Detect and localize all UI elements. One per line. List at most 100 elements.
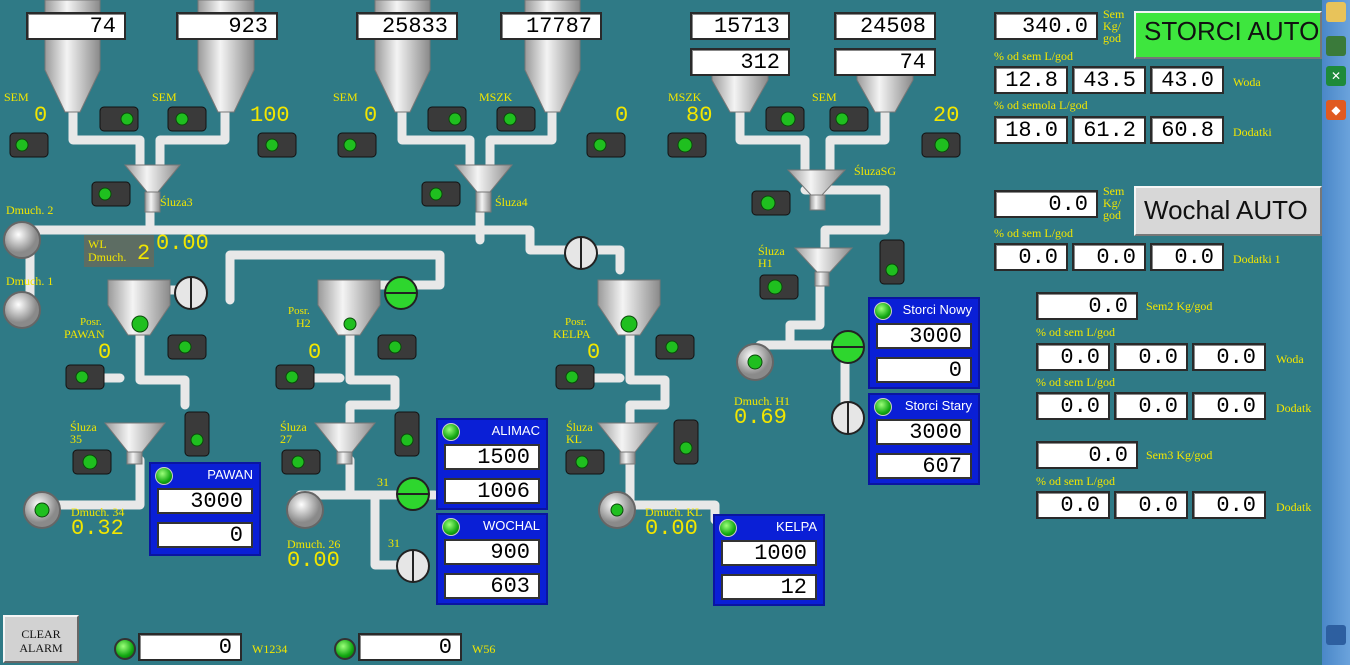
storci-nowy-actual: 0 [876,357,972,383]
storci-additives-lh: 61.2 [1072,116,1146,144]
clear-alarm-label: CLEAR [21,627,61,641]
app-icon[interactable]: ◆ [1326,100,1346,120]
pawan-actual: 0 [157,522,253,548]
panel-title: WOCHAL [482,518,540,533]
window-icon[interactable] [1326,36,1346,56]
storci-sem-value[interactable]: 340.0 [994,12,1098,40]
sem2-label: Sem2 Kg/god [1146,299,1213,313]
wochal-auto-button[interactable]: Wochal AUTO [1134,186,1322,236]
wochal-sem-value[interactable]: 0.0 [994,190,1098,218]
panel-kelpa[interactable]: KELPA 1000 12 [713,514,825,606]
folder-icon[interactable] [1326,2,1346,22]
storci-water-actual: 43.0 [1150,66,1224,94]
storci-additives-actual: 60.8 [1150,116,1224,144]
status-light-icon [874,398,892,416]
taskbar: ✕ ◆ [1322,0,1350,665]
hopper-3-value: 25833 [356,12,458,40]
blower-34-value: 0.32 [71,516,124,541]
blower-26-value: 0.00 [287,548,340,573]
sem2-additives-pct[interactable]: 0.0 [1036,392,1110,420]
storci-water-pct[interactable]: 12.8 [994,66,1068,94]
motor-1-value: 0 [34,103,48,128]
hopper-6-value: 24508 [834,12,936,40]
sluice-4-label: Śluza4 [495,195,528,209]
wl-label: WL [88,237,107,251]
wochal-additives-header: % od sem L/god [994,226,1073,240]
pawan-setpoint[interactable]: 3000 [157,488,253,514]
sem2-value[interactable]: 0.0 [1036,292,1138,320]
posr-h2-name: H2 [296,316,311,330]
kelpa-setpoint[interactable]: 1000 [721,540,817,566]
storci-additives-pct[interactable]: 18.0 [994,116,1068,144]
spreadsheet-icon[interactable]: ✕ [1326,66,1346,86]
sluice-h1-label-2: H1 [758,256,773,270]
wochal-additives-pct[interactable]: 0.0 [994,243,1068,271]
sem3-additives-header: % od sem L/god [1036,474,1115,488]
wochal-setpoint[interactable]: 900 [444,539,540,565]
sluice-3-label: Śluza3 [160,195,193,209]
storci-water-lh: 43.5 [1072,66,1146,94]
sem2-water-lh: 0.0 [1114,343,1188,371]
blower-h1-value: 0.69 [734,405,787,430]
storci-additives-label: Dodatki [1233,125,1272,139]
wl-blower-number: 2 [137,241,151,266]
blower-1-label: Dmuch. 1 [6,274,54,288]
status-light-icon [155,467,173,485]
status-light-icon [719,519,737,537]
kelpa-actual: 12 [721,574,817,600]
hopper-5-value: 15713 [690,12,790,40]
w56-value: 0 [358,633,462,661]
sem2-water-header: % od sem L/god [1036,325,1115,339]
w56-status-icon [334,638,356,660]
motor-3-value: 0 [364,103,378,128]
storci-stary-actual: 607 [876,453,972,479]
motor-5-label: MSZK [668,90,702,104]
sem3-additives-lh: 0.0 [1114,491,1188,519]
storci-additives-header: % od semola L/god [994,98,1088,112]
sluice-sg-label: ŚluzaSG [854,164,896,178]
w56-label: W56 [472,642,496,656]
w1234-label: W1234 [252,642,288,656]
storci-nowy-setpoint[interactable]: 3000 [876,323,972,349]
process-diagram [3,0,961,583]
hopper-1-value: 74 [26,12,126,40]
storci-auto-button[interactable]: STORCI AUTO [1134,11,1322,59]
panel-alimac[interactable]: ALIMAC 1500 1006 [436,418,548,510]
posr-pawan-value: 0 [98,340,112,365]
sem2-additives-label: Dodatk [1276,401,1312,415]
storci-water-label: Woda [1233,75,1261,89]
motor-6-label: SEM [812,90,837,104]
sem3-additives-pct[interactable]: 0.0 [1036,491,1110,519]
alimac-setpoint[interactable]: 1500 [444,444,540,470]
panel-title: PAWAN [207,467,253,482]
sem2-water-label: Woda [1276,352,1304,366]
sem2-additives-lh: 0.0 [1114,392,1188,420]
valve-31a-label: 31 [377,475,389,489]
sem2-water-pct[interactable]: 0.0 [1036,343,1110,371]
panel-wochal[interactable]: WOCHAL 900 603 [436,513,548,605]
panel-pawan[interactable]: PAWAN 3000 0 [149,462,261,556]
w1234-value: 0 [138,633,242,661]
panel-storci-stary[interactable]: Storci Stary 3000 607 [868,393,980,485]
sem3-additives-actual: 0.0 [1192,491,1266,519]
wochal-actual: 603 [444,573,540,599]
storci-stary-setpoint[interactable]: 3000 [876,419,972,445]
posr-kelpa-name: KELPA [553,327,591,341]
storci-water-header: % od sem L/god [994,49,1073,63]
status-light-icon [874,302,892,320]
sluice-35-label-2: 35 [70,432,82,446]
tray-icon[interactable] [1326,625,1346,645]
sem3-value[interactable]: 0.0 [1036,441,1138,469]
clear-alarm-button[interactable]: CLEAR ALARM [3,615,79,663]
posr-pawan-name: PAWAN [64,327,105,341]
posr-kelpa-value: 0 [587,340,601,365]
sem2-additives-actual: 0.0 [1192,392,1266,420]
sem2-additives-header: % od sem L/god [1036,375,1115,389]
hopper-4-value: 17787 [500,12,602,40]
status-light-icon [442,423,460,441]
alimac-actual: 1006 [444,478,540,504]
motor-4-label: MSZK [479,90,513,104]
sem3-additives-label: Dodatk [1276,500,1312,514]
panel-storci-nowy[interactable]: Storci Nowy 3000 0 [868,297,980,389]
w1234-status-icon [114,638,136,660]
